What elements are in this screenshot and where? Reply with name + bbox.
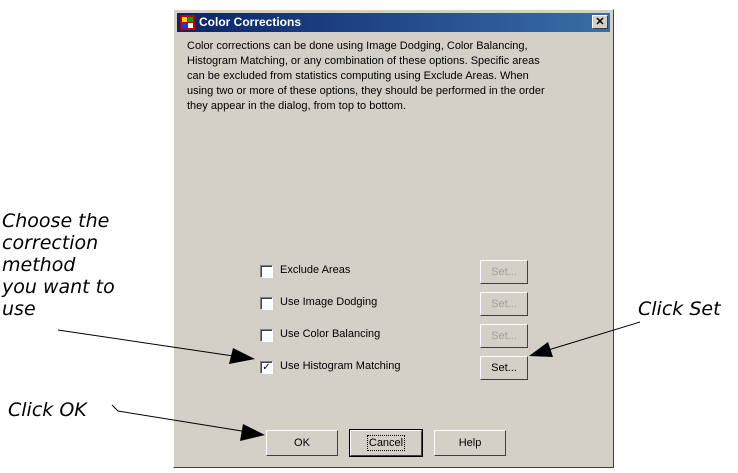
arrow-icon: [111, 404, 265, 441]
arrow-icon: [57, 329, 255, 364]
arrow-overlay: [57, 321, 641, 441]
arrow-icon: [529, 321, 641, 357]
